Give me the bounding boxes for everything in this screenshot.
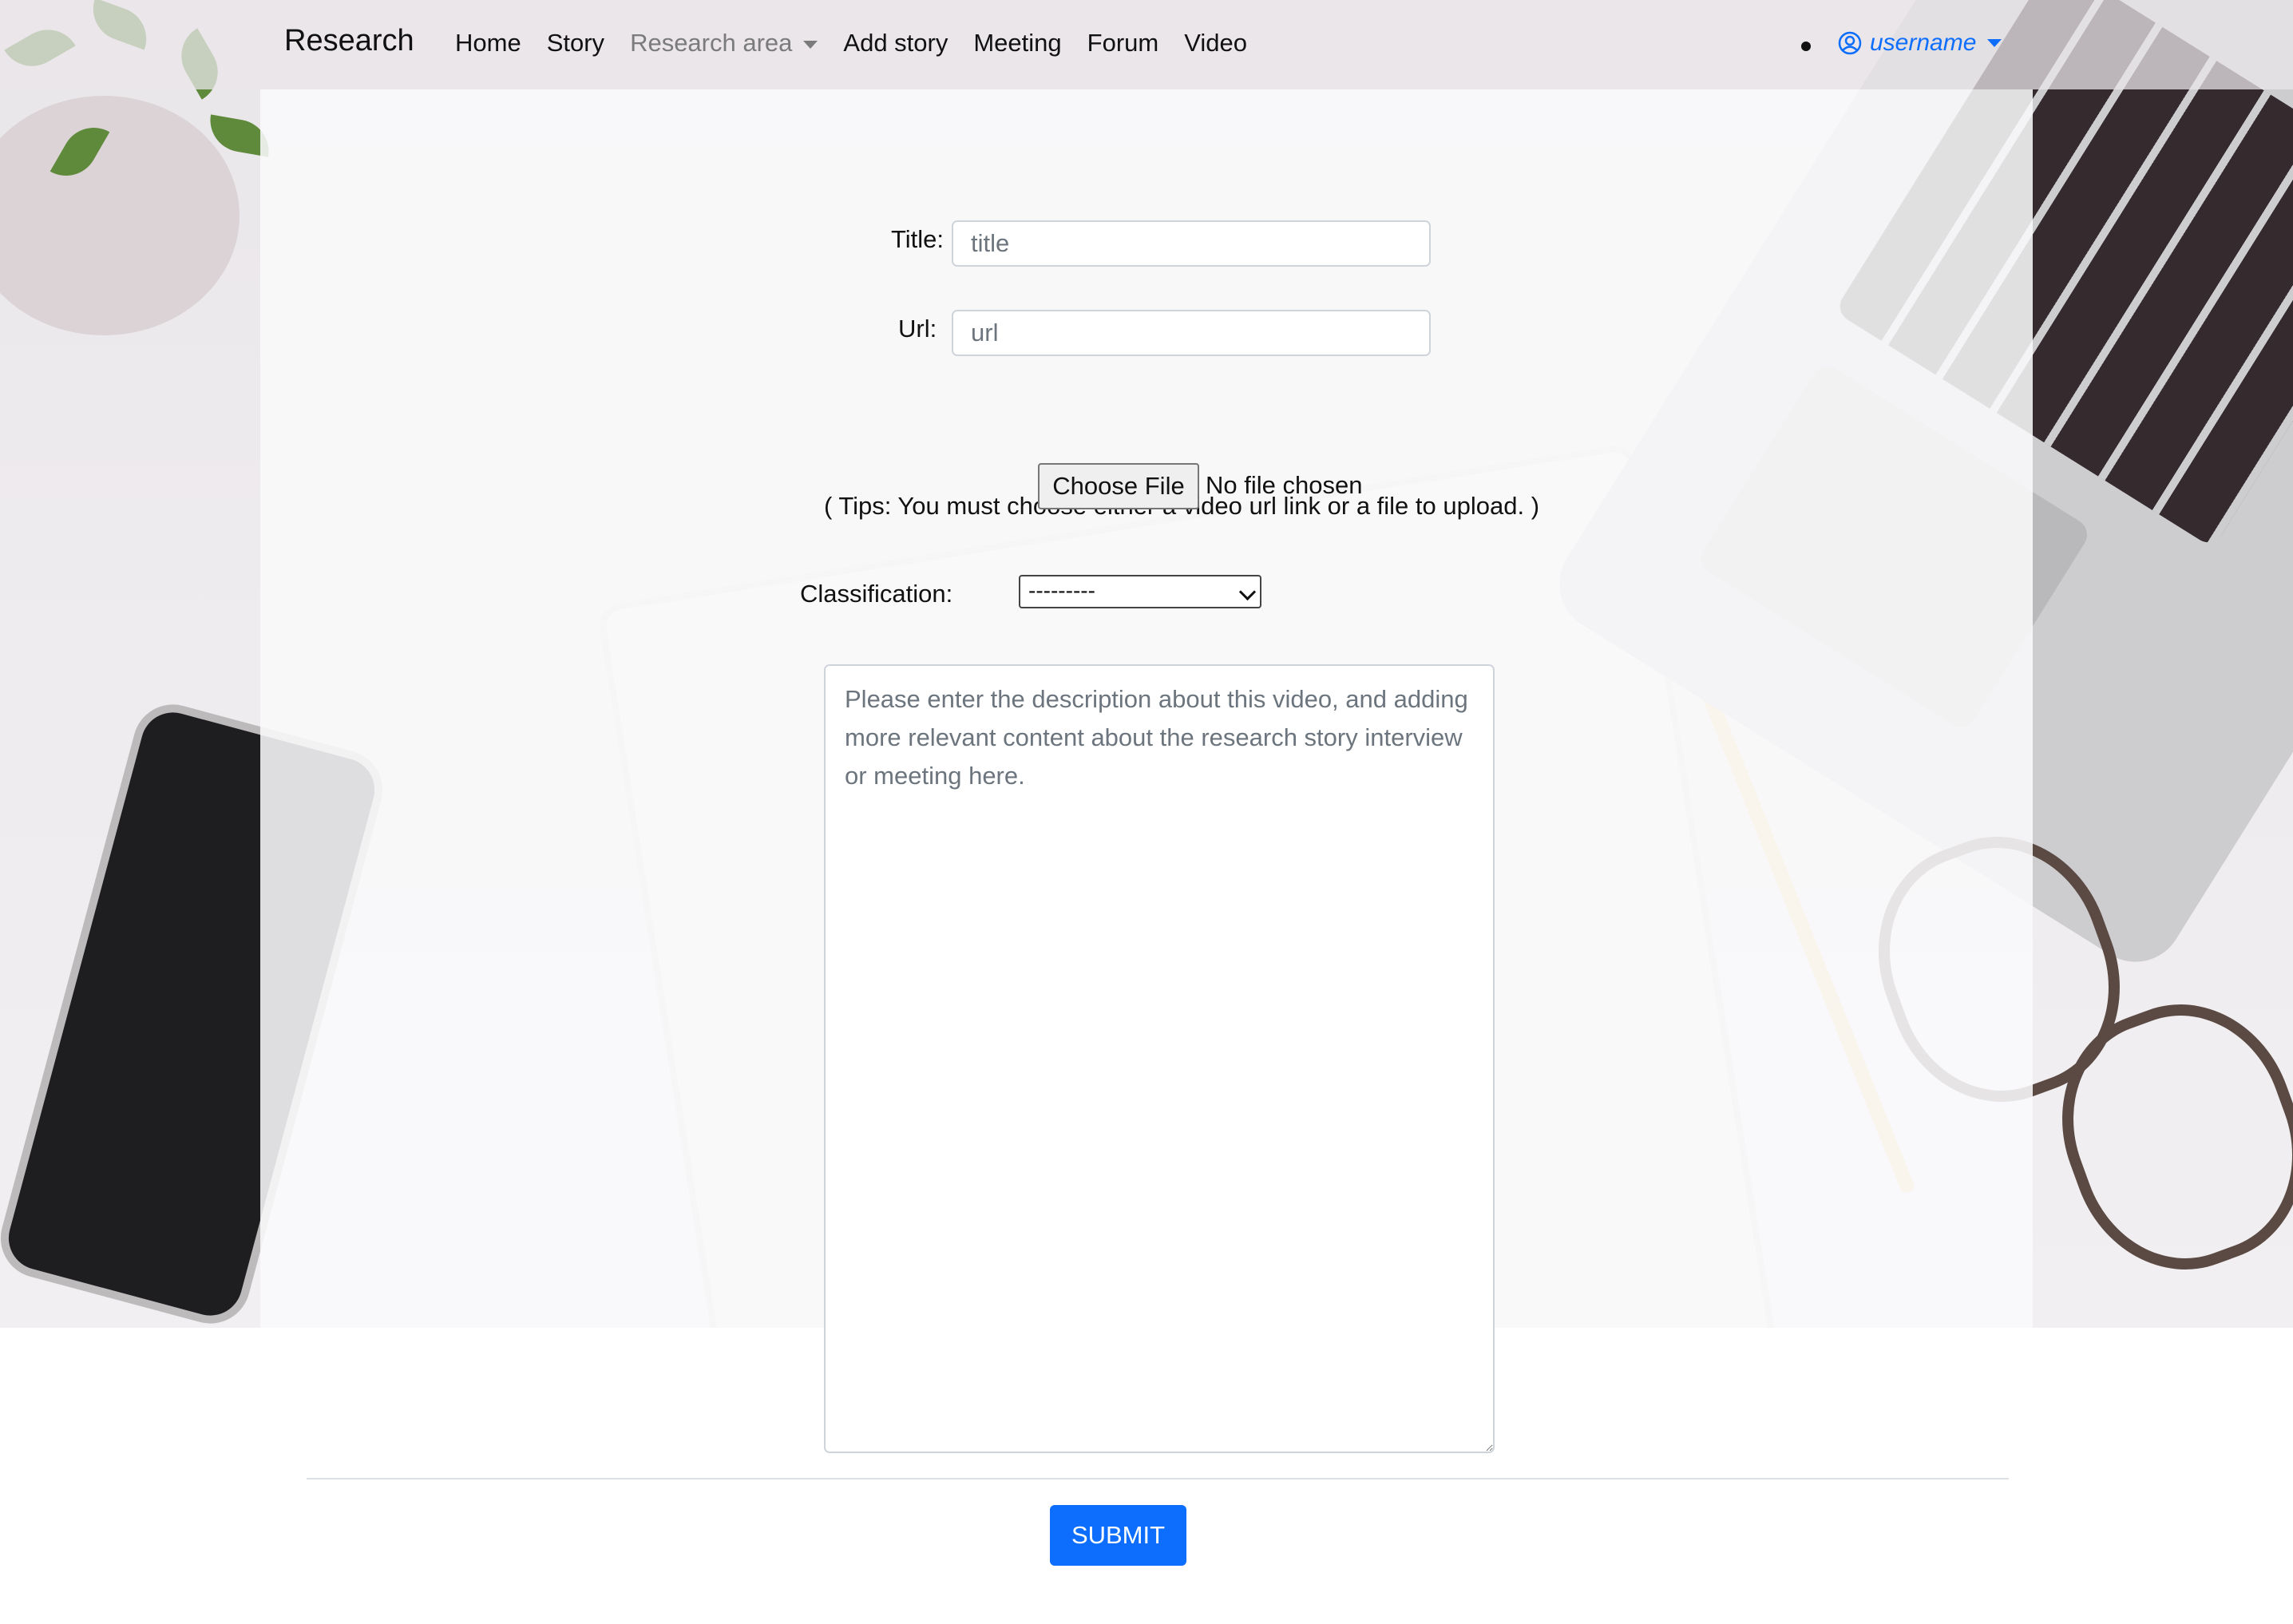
- url-label: Url:: [898, 315, 937, 343]
- classification-selected-value: ---------: [1028, 578, 1095, 603]
- form-panel: Title: Url: ( Tips: You must choose eith…: [260, 89, 2033, 1453]
- form-divider: [307, 1478, 2009, 1479]
- username-label: username: [1870, 30, 1977, 56]
- bullet-dot: [1801, 42, 1811, 51]
- nav-item-meeting[interactable]: Meeting: [973, 29, 1061, 57]
- nav-item-video[interactable]: Video: [1184, 29, 1247, 57]
- title-input[interactable]: [952, 220, 1431, 267]
- brand-logo[interactable]: Research: [284, 24, 414, 58]
- choose-file-button[interactable]: Choose File: [1038, 463, 1199, 509]
- nav-item-home[interactable]: Home: [455, 29, 521, 57]
- classification-label: Classification:: [800, 580, 953, 608]
- nav-item-story[interactable]: Story: [547, 29, 604, 57]
- chevron-down-icon: [1238, 583, 1257, 601]
- url-input[interactable]: [952, 310, 1431, 356]
- title-label: Title:: [891, 225, 945, 253]
- file-status-text: No file chosen: [1206, 471, 1363, 499]
- nav-item-research-area[interactable]: Research area: [630, 29, 818, 57]
- nav-item-add-story[interactable]: Add story: [843, 29, 948, 57]
- description-textarea[interactable]: [824, 664, 1495, 1453]
- user-circle-icon: [1838, 31, 1862, 55]
- nav-item-research-area-label: Research area: [630, 29, 793, 57]
- caret-down-icon: [803, 40, 818, 49]
- classification-select[interactable]: ---------: [1019, 575, 1261, 608]
- plant-pot-decoration: [0, 96, 240, 335]
- user-menu-dropdown[interactable]: username: [1838, 30, 2002, 57]
- caret-down-icon: [1987, 39, 2002, 47]
- nav-links: Home Story Research area Add story Meeti…: [455, 29, 1273, 57]
- submit-button[interactable]: SUBMIT: [1050, 1505, 1186, 1566]
- nav-item-forum[interactable]: Forum: [1087, 29, 1159, 57]
- top-navbar: Research Home Story Research area Add st…: [0, 0, 2293, 89]
